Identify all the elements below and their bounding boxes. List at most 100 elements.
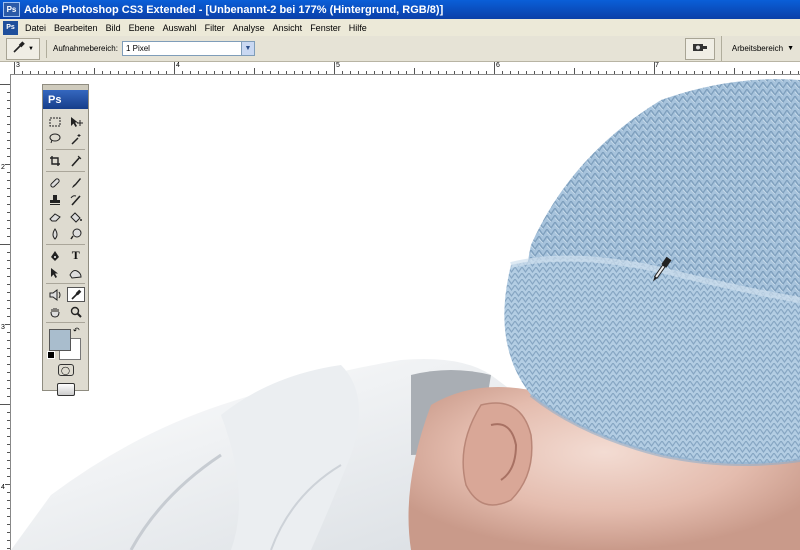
ruler-tick [7,444,10,445]
ruler-tick [414,68,415,74]
hand-tool-icon[interactable] [46,304,64,319]
ruler-tick [622,71,623,74]
workspace-menu[interactable]: Arbeitsbereich ▼ [720,36,800,61]
paint-bucket-tool-icon[interactable] [67,209,85,224]
ruler-tick [7,260,10,261]
ruler-tick [774,71,775,74]
menu-datei[interactable]: Datei [21,23,50,33]
ruler-tick [230,71,231,74]
menu-hilfe[interactable]: Hilfe [345,23,371,33]
ruler-tick [7,316,10,317]
quick-mask-toggle[interactable]: ◯ [43,361,88,379]
ruler-tick [534,71,535,74]
clone-stamp-tool-icon[interactable] [46,192,64,207]
chevron-down-icon: ▼ [28,45,34,52]
ruler-tick [446,71,447,74]
ruler-tick [118,71,119,74]
pen-tool-icon[interactable] [46,248,64,263]
ruler-horizontal[interactable]: 3 4 5 6 7 [10,62,800,75]
ruler-tick [582,71,583,74]
ruler-tick [646,71,647,74]
ruler-tick [246,71,247,74]
default-colors-icon[interactable] [47,351,55,359]
lasso-tool-icon[interactable] [46,131,64,146]
ruler-tick [7,300,10,301]
menu-filter[interactable]: Filter [201,23,229,33]
ruler-vertical[interactable]: 2 3 4 [0,74,11,550]
ruler-tick [7,436,10,437]
ruler-tick [7,236,10,237]
notes-tool-icon[interactable] [46,287,64,302]
menu-ebene[interactable]: Ebene [125,23,159,33]
ruler-tick [142,71,143,74]
ruler-tick [502,71,503,74]
ruler-tick [638,71,639,74]
magic-wand-tool-icon[interactable] [67,131,85,146]
ruler-tick [7,156,10,157]
document-icon[interactable]: Ps [3,20,18,35]
ruler-tick [350,71,351,74]
ruler-tick [7,180,10,181]
ruler-tick [0,244,10,245]
brush-tool-icon[interactable] [67,175,85,190]
menu-analyse[interactable]: Analyse [229,23,269,33]
ruler-tick [478,71,479,74]
ruler-tick [718,71,719,74]
ruler-tick [7,340,10,341]
blur-tool-icon[interactable] [46,226,64,241]
marquee-tool-icon[interactable] [46,114,64,129]
ruler-tick [166,71,167,74]
healing-brush-tool-icon[interactable] [46,175,64,190]
crop-tool-icon[interactable] [46,153,64,168]
ruler-tick [438,71,439,74]
ruler-tick [7,492,10,493]
ruler-tick [654,62,655,74]
photoshop-logo[interactable]: Ps [43,90,88,109]
eyedropper-icon [12,40,26,57]
menu-bearbeiten[interactable]: Bearbeiten [50,23,102,33]
tools-panel[interactable]: Ps T ↶ ◯ [42,84,89,396]
ruler-tick [7,540,10,541]
shape-tool-icon[interactable] [67,265,85,280]
ruler-tick [782,71,783,74]
ruler-tick [5,324,10,325]
title-bar: Ps Adobe Photoshop CS3 Extended - [Unben… [0,0,800,19]
ruler-label: 4 [176,62,180,69]
foreground-color-swatch[interactable] [49,329,71,351]
options-divider [46,39,47,58]
ruler-tick [214,71,215,74]
ruler-tick [278,71,279,74]
sample-size-select[interactable]: 1 Pixel ▼ [121,41,255,56]
slice-tool-icon[interactable] [67,153,85,168]
move-tool-icon[interactable] [67,114,85,129]
eraser-tool-icon[interactable] [46,209,64,224]
ruler-label: 6 [496,62,500,69]
screen-mode-toggle[interactable] [43,379,88,399]
eyedropper-tool-icon[interactable] [66,287,85,302]
ruler-tick [470,71,471,74]
zoom-tool-icon[interactable] [67,304,85,319]
dodge-tool-icon[interactable] [67,226,85,241]
swap-colors-icon[interactable]: ↶ [73,326,80,335]
ruler-tick [7,92,10,93]
ruler-tick [358,71,359,74]
menu-fenster[interactable]: Fenster [306,23,345,33]
menu-auswahl[interactable]: Auswahl [159,23,201,33]
ruler-tick [7,396,10,397]
type-tool-icon[interactable]: T [67,248,85,263]
path-selection-tool-icon[interactable] [46,265,64,280]
ruler-tick [182,71,183,74]
ruler-tick [550,71,551,74]
ruler-tick [678,71,679,74]
document-canvas[interactable] [11,75,800,550]
ruler-tick [7,372,10,373]
ruler-tick [7,124,10,125]
ruler-tick [374,71,375,74]
ruler-label: 4 [1,484,5,491]
history-brush-tool-icon[interactable] [67,192,85,207]
menu-ansicht[interactable]: Ansicht [269,23,307,33]
menu-bild[interactable]: Bild [102,23,125,33]
ruler-tick [5,164,10,165]
bridge-button[interactable] [684,37,715,60]
tool-preset-picker[interactable]: ▼ [6,37,40,60]
